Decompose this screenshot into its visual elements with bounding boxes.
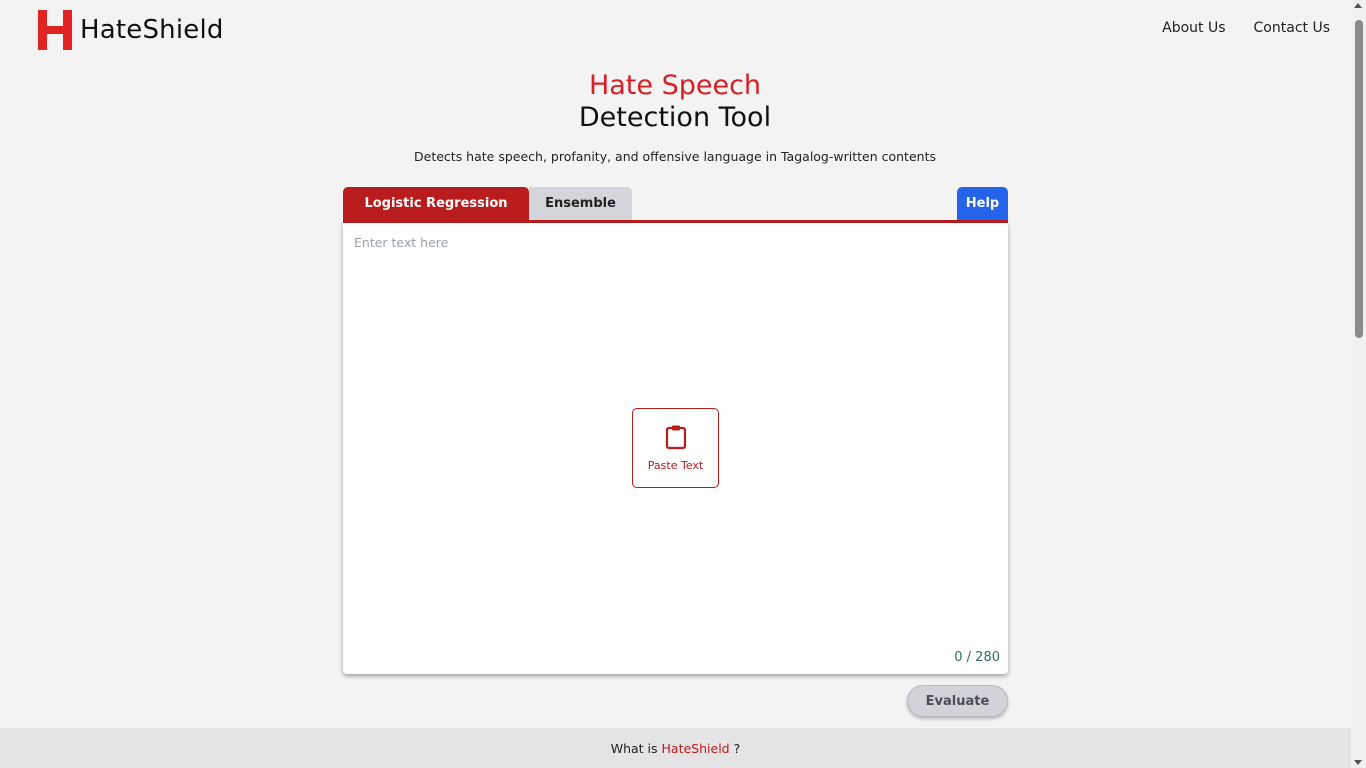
paste-text-button[interactable]: Paste Text — [632, 408, 719, 488]
footer-bar[interactable]: What is HateShield ? — [0, 728, 1351, 768]
paste-text-label: Paste Text — [647, 459, 704, 472]
h-logo-icon — [38, 10, 72, 50]
text-editor-card: Paste Text 0 / 280 — [343, 223, 1008, 674]
footer-prefix: What is — [610, 740, 658, 756]
nav-contact-us-link[interactable]: Contact Us — [1254, 20, 1330, 36]
model-tabs: Logistic Regression Ensemble Help — [343, 187, 1008, 223]
page-scrollbar[interactable] — [1351, 0, 1366, 768]
tab-ensemble[interactable]: Ensemble — [529, 187, 632, 220]
scroll-up-icon[interactable] — [1354, 3, 1362, 8]
page-subtitle: Detects hate speech, profanity, and offe… — [414, 149, 936, 164]
page-title-line1: Hate Speech — [588, 70, 762, 101]
top-nav: About Us Contact Us — [1162, 20, 1330, 36]
evaluate-button[interactable]: Evaluate — [907, 685, 1008, 717]
footer-brand: HateShield — [661, 740, 730, 756]
tab-logistic-regression[interactable]: Logistic Regression — [343, 187, 529, 220]
scrollbar-thumb[interactable] — [1355, 20, 1363, 338]
scroll-down-icon[interactable] — [1354, 760, 1362, 765]
footer-suffix: ? — [733, 740, 741, 756]
brand-name: HateShield — [80, 15, 224, 45]
page-title-line2: Detection Tool — [578, 102, 772, 133]
clipboard-icon — [664, 424, 688, 454]
page: HateShield About Us Contact Us Hate Spee… — [0, 0, 1366, 768]
character-counter: 0 / 280 — [954, 650, 1000, 665]
logo[interactable]: HateShield — [38, 10, 224, 50]
nav-about-us-link[interactable]: About Us — [1162, 20, 1225, 36]
help-button[interactable]: Help — [957, 187, 1008, 220]
